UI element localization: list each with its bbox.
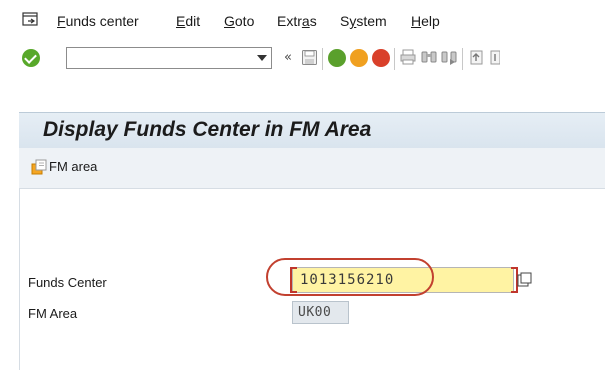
menu-extras[interactable]: Extras — [277, 13, 317, 29]
menu-edit[interactable]: Edit — [176, 13, 200, 29]
standard-toolbar: « — [0, 40, 605, 76]
menu-bar: Funds center Edit Goto Extras System Hel… — [0, 0, 605, 40]
command-field[interactable] — [66, 47, 272, 69]
toolbar-separator — [322, 48, 323, 70]
required-field-marker — [290, 267, 297, 293]
collapse-icon[interactable]: « — [284, 49, 292, 67]
save-icon[interactable] — [301, 49, 318, 66]
find-next-icon[interactable] — [441, 49, 457, 65]
fm-area-value: UK00 — [298, 305, 332, 320]
page-title: Display Funds Center in FM Area — [43, 118, 372, 141]
previous-page-icon[interactable] — [488, 49, 500, 65]
command-field-dropdown-icon[interactable] — [257, 55, 267, 61]
funds-center-label: Funds Center — [28, 275, 107, 290]
menu-system[interactable]: System — [340, 13, 387, 29]
print-icon[interactable] — [400, 49, 416, 65]
form-area: Funds Center 1013156210 FM Area UK00 — [19, 189, 605, 370]
title-bar: Display Funds Center in FM Area — [19, 112, 605, 150]
funds-center-input[interactable]: 1013156210 — [292, 267, 514, 293]
exit-icon[interactable] — [350, 49, 368, 67]
funds-center-value: 1013156210 — [300, 272, 395, 288]
first-page-icon[interactable] — [468, 49, 484, 65]
left-border — [19, 189, 20, 370]
exit-menu-icon[interactable] — [22, 12, 38, 26]
change-area-icon — [31, 159, 47, 175]
back-icon[interactable] — [328, 49, 346, 67]
cancel-icon[interactable] — [372, 49, 390, 67]
toolbar-separator — [394, 48, 395, 70]
value-help-icon[interactable] — [517, 272, 532, 287]
fm-area-field: UK00 — [292, 301, 349, 324]
find-icon[interactable] — [421, 49, 437, 65]
menu-funds-center[interactable]: Funds center — [57, 13, 139, 29]
fm-area-button-label: FM area — [49, 159, 98, 174]
fm-area-label: FM Area — [28, 306, 78, 321]
menu-goto[interactable]: Goto — [224, 13, 254, 29]
application-toolbar: FM area — [19, 148, 605, 189]
menu-help[interactable]: Help — [411, 13, 440, 29]
enter-icon[interactable] — [22, 49, 40, 67]
toolbar-separator — [462, 48, 463, 70]
